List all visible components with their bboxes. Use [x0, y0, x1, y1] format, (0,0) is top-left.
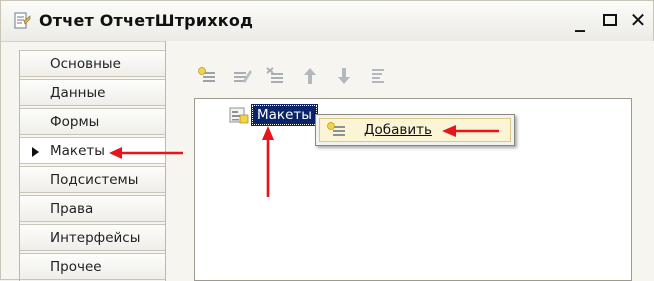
close-icon: ✕	[629, 8, 647, 32]
delete-button[interactable]	[264, 65, 288, 87]
sidebar-item-label: Прочее	[50, 259, 102, 275]
move-up-button[interactable]	[298, 65, 322, 87]
sidebar-item-label: Основные	[50, 56, 121, 72]
move-up-icon	[304, 68, 316, 84]
main-panel: Макеты	[165, 41, 654, 281]
close-button[interactable]: ✕	[625, 7, 651, 33]
context-menu-add[interactable]: Добавить	[319, 118, 511, 142]
sidebar-item-subsystems[interactable]: Подсистемы	[20, 166, 166, 193]
add-button[interactable]	[196, 65, 220, 87]
report-window: Отчет ОтчетШтрихкод _ ✕ Основные Данные …	[0, 0, 654, 281]
sidebar-item-rights[interactable]: Права	[20, 195, 166, 222]
sidebar-item-label: Макеты	[50, 143, 105, 159]
tree-node-templates[interactable]: Макеты	[229, 104, 318, 126]
sidebar-item-main[interactable]: Основные	[20, 50, 166, 77]
tree-node-label: Макеты	[251, 104, 318, 126]
window-title: Отчет ОтчетШтрихкод	[39, 11, 254, 30]
context-menu: Добавить	[315, 114, 515, 146]
minimize-icon: _	[575, 8, 585, 32]
edit-icon	[234, 70, 252, 83]
templates-folder-icon	[229, 107, 249, 124]
sort-button[interactable]	[366, 65, 390, 87]
sidebar-item-forms[interactable]: Формы	[20, 108, 166, 135]
sort-icon	[372, 69, 384, 83]
add-icon	[327, 122, 345, 136]
context-menu-item-label: Добавить	[364, 122, 432, 138]
title-bar[interactable]: Отчет ОтчетШтрихкод _ ✕	[1, 1, 653, 42]
sidebar-item-label: Интерфейсы	[50, 230, 141, 246]
sidebar-item-label: Подсистемы	[50, 172, 139, 188]
move-down-icon	[338, 68, 350, 84]
maximize-icon	[603, 14, 617, 26]
edit-button[interactable]	[230, 65, 254, 87]
sidebar-item-label: Формы	[50, 114, 100, 130]
sidebar-item-label: Права	[50, 201, 94, 217]
sidebar-item-interfaces[interactable]: Интерфейсы	[20, 224, 166, 251]
toolbar	[196, 65, 390, 89]
sidebar-item-data[interactable]: Данные	[20, 79, 166, 106]
maximize-button[interactable]	[597, 7, 623, 33]
sidebar-item-label: Данные	[50, 85, 106, 101]
sidebar-item-other[interactable]: Прочее	[20, 253, 166, 280]
minimize-button[interactable]: _	[567, 7, 593, 33]
report-icon	[14, 12, 31, 29]
sidebar: Основные Данные Формы Макеты Подсистемы …	[19, 50, 166, 281]
active-marker-icon	[32, 147, 39, 157]
add-icon	[198, 67, 215, 82]
move-down-button[interactable]	[332, 65, 356, 87]
delete-icon	[266, 67, 283, 83]
sidebar-item-templates[interactable]: Макеты	[20, 137, 166, 164]
